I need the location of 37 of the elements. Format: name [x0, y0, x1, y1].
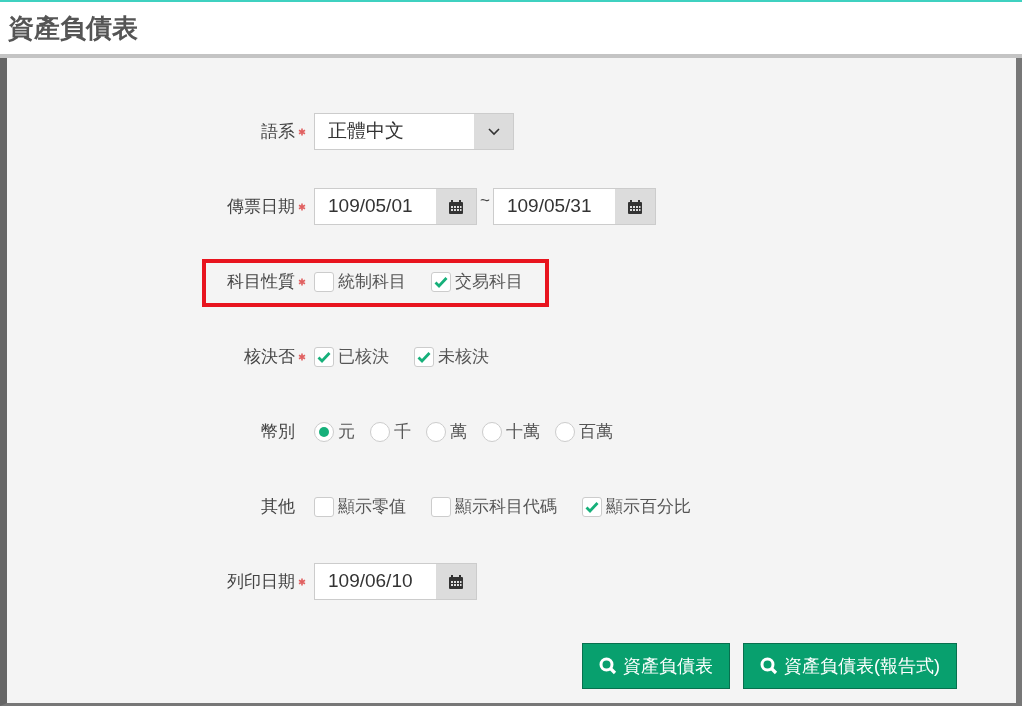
- checkbox-label: 顯示科目代碼: [455, 495, 557, 518]
- radio-label: 萬: [450, 420, 467, 443]
- radio-button[interactable]: [314, 421, 334, 442]
- field-label: 傳票日期: [227, 195, 295, 218]
- field-label: 核決否: [244, 345, 295, 368]
- checkbox-label: 已核決: [338, 345, 389, 368]
- radio-button[interactable]: [482, 421, 502, 442]
- radio-label: 千: [394, 420, 411, 443]
- field-label: 科目性質: [227, 270, 295, 293]
- checkbox-label: 未核決: [438, 345, 489, 368]
- field-label: 其他: [261, 495, 295, 518]
- radio-label: 元: [338, 420, 355, 443]
- checkbox[interactable]: [582, 496, 602, 517]
- language-select[interactable]: 正體中文: [314, 113, 514, 150]
- checkbox-label: 交易科目: [455, 270, 523, 293]
- search-icon: [599, 657, 617, 675]
- checkbox-label: 顯示零值: [338, 495, 406, 518]
- checkbox-label: 統制科目: [338, 270, 406, 293]
- field-label: 列印日期: [227, 570, 295, 593]
- radio-button[interactable]: [426, 421, 446, 442]
- field-label: 語系: [261, 120, 295, 143]
- radio-label: 十萬: [506, 420, 540, 443]
- checkbox[interactable]: [414, 346, 434, 367]
- checkbox[interactable]: [314, 271, 334, 292]
- field-label: 幣別: [261, 420, 295, 443]
- page-title: 資產負債表: [8, 11, 138, 45]
- checkbox[interactable]: [431, 271, 451, 292]
- radio-button[interactable]: [370, 421, 390, 442]
- search-icon: [760, 657, 778, 675]
- chevron-down-icon: [487, 127, 500, 136]
- radio-label: 百萬: [579, 420, 613, 443]
- radio-button[interactable]: [555, 421, 575, 442]
- checkbox-label: 顯示百分比: [606, 495, 691, 518]
- checkbox[interactable]: [431, 496, 451, 517]
- range-separator: ~: [479, 190, 491, 212]
- checkbox[interactable]: [314, 346, 334, 367]
- checkbox[interactable]: [314, 496, 334, 517]
